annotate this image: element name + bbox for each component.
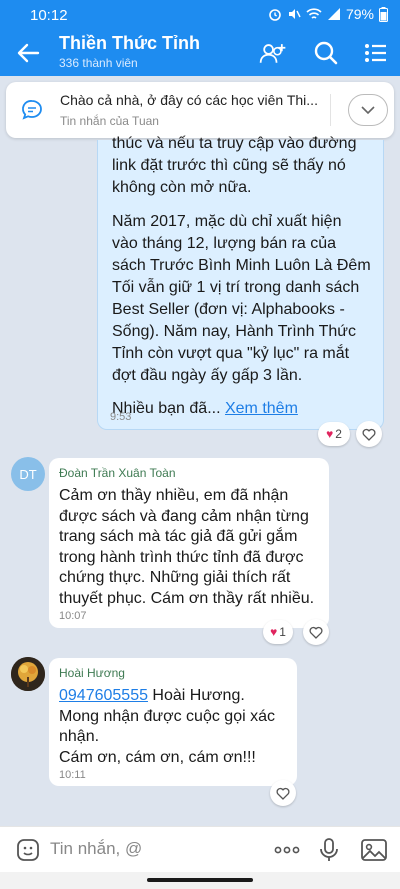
mute-icon [288, 9, 301, 19]
status-bar: 10:12 79% [0, 0, 400, 30]
message-line: Năm 2017, mặc dù chỉ xuất hiện [112, 213, 342, 230]
avatar[interactable]: DT [11, 457, 45, 491]
reaction-summary[interactable]: ♥ 1 [263, 620, 293, 644]
message-line: không còn mở nữa. [112, 179, 252, 196]
image-icon[interactable] [360, 837, 388, 863]
sender-name: Đoàn Trần Xuân Toàn [59, 466, 176, 480]
message-line: Cảm ơn thầy nhiều, em đã nhận [59, 487, 289, 504]
microphone-icon[interactable] [318, 837, 340, 863]
message-bubble-self[interactable]: thúc và nếu ta truy cập vào đường link đ… [97, 135, 384, 430]
status-icons: 79% [268, 6, 388, 22]
chat-bubble-icon [22, 100, 42, 120]
signal-icon [327, 8, 340, 20]
pinned-author: Tin nhắn của Tuan [60, 114, 159, 128]
message-text: Hoài Hương. [147, 687, 245, 704]
reaction-summary[interactable]: ♥ 2 [318, 422, 350, 446]
pinned-title: Chào cả nhà, ở đây có các học viên Thi..… [60, 92, 318, 108]
home-handle[interactable] [147, 878, 253, 882]
message-time: 9:53 [110, 411, 132, 423]
chat-header: Thiền Thức Tỉnh 336 thành viên [0, 30, 400, 76]
message-line: sách Trước Bình Minh Luôn Là Đêm [112, 257, 371, 274]
sender-name: Hoài Hương [59, 666, 125, 680]
message-line: Mong nhận được cuộc gọi xác [59, 707, 275, 725]
message-line: chứng thực. Những giải thích rất [59, 569, 291, 586]
search-icon[interactable] [311, 39, 341, 67]
expand-pinned-button[interactable] [348, 94, 388, 126]
reaction-count: 1 [279, 625, 286, 639]
member-count: 336 thành viên [59, 56, 138, 70]
status-time: 10:12 [30, 7, 68, 24]
system-nav-bar [0, 872, 400, 889]
avatar-image [11, 657, 45, 691]
chevron-down-icon [361, 106, 375, 115]
battery-icon [379, 6, 388, 22]
message-line: Cám ơn, cám ơn, cám ơn!!! [59, 748, 256, 766]
more-options-icon[interactable] [272, 837, 302, 863]
heart-outline-icon [362, 428, 376, 441]
message-composer: Tin nhắn, @ [0, 826, 400, 872]
pinned-message[interactable]: Chào cả nhà, ở đây có các học viên Thi..… [6, 82, 394, 138]
react-button[interactable] [270, 780, 296, 806]
group-title[interactable]: Thiền Thức Tỉnh [59, 33, 200, 54]
message-line: đợt đầu ngày ấy gấp 3 lần. [112, 367, 303, 384]
divider [330, 94, 331, 126]
message-line: nhận. [59, 728, 100, 745]
message-line-truncated: Nhiều bạn đã... Xem thêm [112, 399, 298, 418]
see-more-link[interactable]: Xem thêm [225, 400, 298, 417]
message-line: Best Seller (đơn vị: Alphabooks - [112, 301, 345, 318]
heart-outline-icon [276, 787, 290, 800]
phone-number-link[interactable]: 0947605555 [59, 687, 148, 704]
react-button[interactable] [303, 619, 329, 645]
menu-list-icon[interactable] [361, 39, 391, 67]
message-bubble-huong[interactable]: Hoài Hương 0947605555 Hoài Hương. Mong n… [49, 658, 297, 786]
message-line: thuyết phục. Cám ơn thầy rất nhiều. [59, 589, 315, 607]
message-time: 10:07 [59, 610, 87, 622]
message-time: 10:11 [59, 769, 86, 781]
message-bubble-toan[interactable]: Đoàn Trần Xuân Toàn Cảm ơn thầy nhiều, e… [49, 458, 329, 628]
message-line: Sống). Năm nay, Hành Trình Thức [112, 323, 357, 340]
wifi-icon [306, 8, 322, 19]
reaction-count: 2 [335, 427, 342, 441]
message-line: trong hành trình thức tỉnh đã được [59, 548, 304, 566]
emoji-icon[interactable] [16, 838, 40, 862]
battery-percent: 79% [345, 6, 374, 22]
message-line: 0947605555 Hoài Hương. [59, 686, 245, 707]
message-line: trang sách mà tác giả đã gửi gắm [59, 528, 298, 545]
back-arrow-icon[interactable] [14, 41, 42, 65]
message-line: Tối vẫn giữ 1 vị trí trong danh sách [112, 279, 360, 296]
message-line: link đặt trước thì cũng sẽ thấy nó [112, 157, 346, 174]
add-member-icon[interactable] [258, 39, 288, 67]
message-line: Tỉnh còn vượt qua "kỷ lục" ra mắt [112, 345, 350, 362]
heart-reaction-icon: ♥ [270, 625, 278, 639]
heart-outline-icon [309, 626, 323, 639]
avatar[interactable] [11, 657, 45, 691]
message-line: thúc và nếu ta truy cập vào đường [112, 135, 357, 152]
message-line: được sách và đang cảm nhận từng [59, 507, 309, 525]
message-input[interactable]: Tin nhắn, @ [50, 839, 142, 859]
heart-reaction-icon: ♥ [326, 427, 334, 441]
react-button[interactable] [356, 421, 382, 447]
alarm-icon [269, 9, 281, 21]
avatar-initials: DT [19, 466, 37, 482]
message-line: vào tháng 12, lượng bán ra của [112, 235, 337, 252]
